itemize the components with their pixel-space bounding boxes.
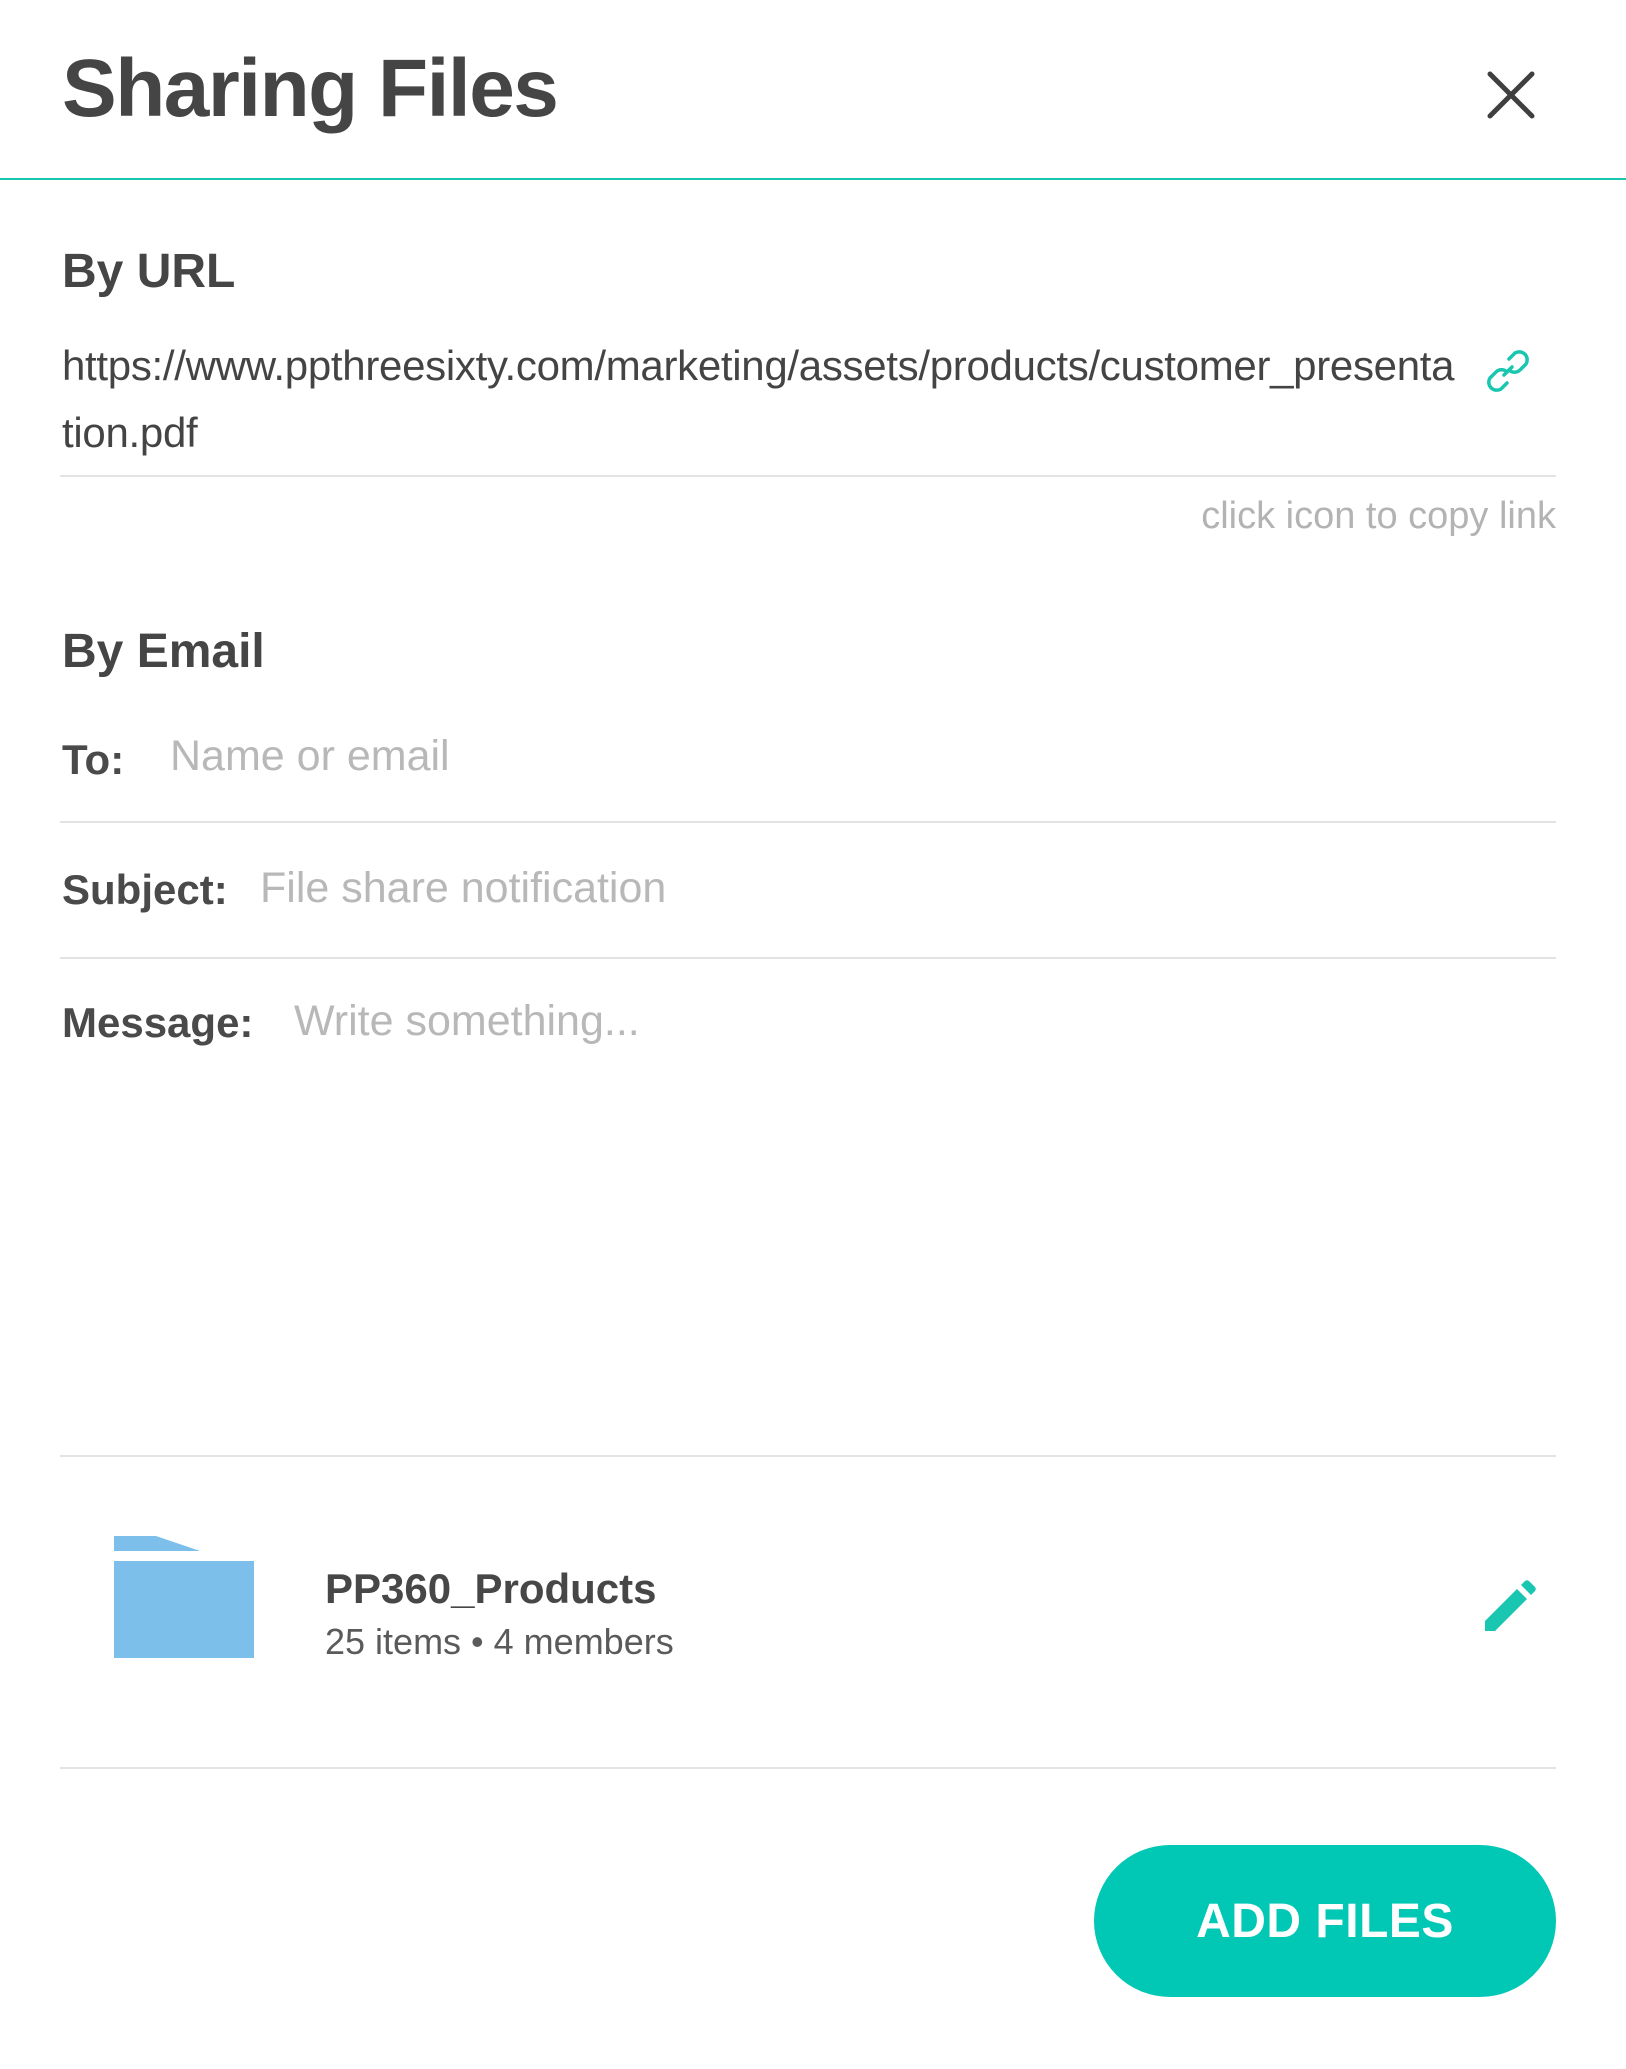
close-icon[interactable] (1480, 64, 1542, 126)
to-input[interactable] (170, 728, 1550, 784)
to-label: To: (62, 736, 125, 783)
link-icon[interactable] (1482, 345, 1534, 397)
attachment-divider (60, 1767, 1556, 1769)
by-url-heading: By URL (62, 245, 236, 298)
dialog-header: Sharing Files (0, 0, 1626, 180)
dialog-title: Sharing Files (62, 43, 559, 134)
message-input[interactable] (294, 993, 1550, 1373)
folder-name: PP360_Products (325, 1565, 657, 1612)
subject-label: Subject: (62, 866, 228, 913)
folder-icon (114, 1536, 254, 1658)
sharing-files-dialog: Sharing Files By URL https://www.ppthree… (0, 0, 1626, 2069)
add-files-button[interactable]: ADD FILES (1094, 1845, 1556, 1997)
folder-meta: 25 items • 4 members (325, 1621, 674, 1662)
message-label: Message: (62, 999, 254, 1046)
subject-input[interactable] (260, 860, 1550, 916)
share-url: https://www.ppthreesixty.com/marketing/a… (62, 342, 1455, 456)
url-divider (60, 475, 1556, 477)
to-divider (60, 821, 1556, 823)
message-divider (60, 1455, 1556, 1457)
pencil-icon[interactable] (1480, 1578, 1538, 1636)
by-email-heading: By Email (62, 625, 265, 678)
copy-link-hint: click icon to copy link (1201, 495, 1556, 537)
subject-divider (60, 957, 1556, 959)
